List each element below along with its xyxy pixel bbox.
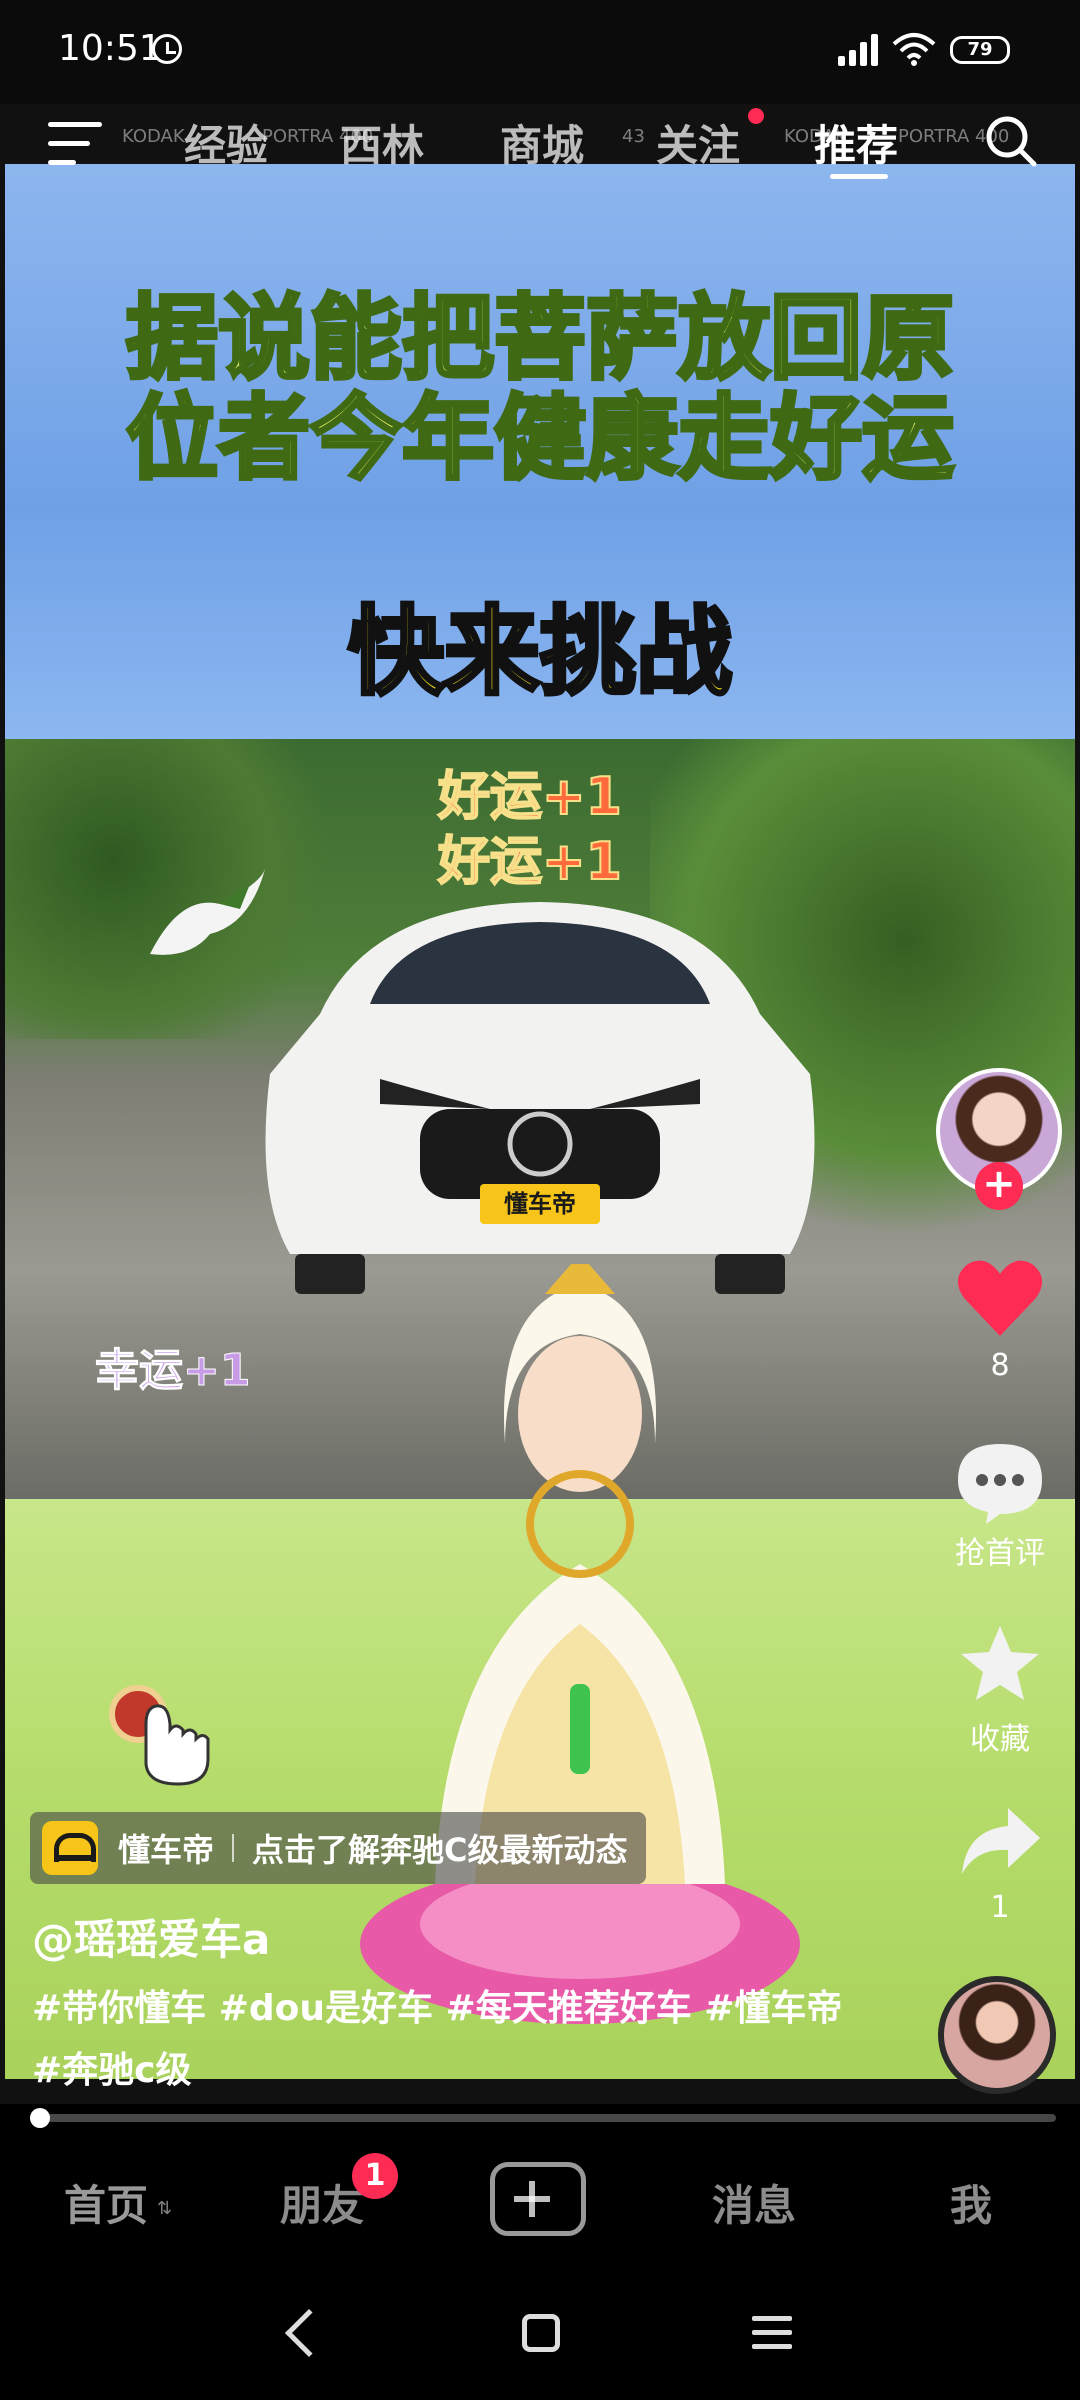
music-disc[interactable] [938, 1976, 1056, 2094]
background-label: KODAK [122, 126, 185, 147]
headline-line-2: 位者今年健康走好运 [124, 385, 956, 492]
signal-icon [838, 32, 884, 66]
battery-indicator: 79 [950, 36, 1010, 64]
author-username[interactable]: @瑶瑶爱车a [32, 1906, 270, 1967]
tab-friends[interactable]: 朋友 [280, 2172, 364, 2233]
ad-chip[interactable]: 懂车帝 点击了解奔驰C级最新动态 [30, 1812, 646, 1884]
alarm-icon [152, 34, 182, 64]
home-refresh-mark: ⇅ [157, 2198, 173, 2219]
luck-text-2: 好运+1 [437, 831, 623, 893]
comment-icon[interactable] [956, 1440, 1044, 1524]
tap-hand-icon [109, 1685, 210, 1786]
headline-text: 据说能把菩萨放回原 位者今年健康走好运 [5, 285, 1075, 492]
heart-icon[interactable] [956, 1258, 1044, 1338]
dove-icon [150, 869, 265, 955]
like-count: 8 [990, 1348, 1010, 1383]
favorite-label: 收藏 [970, 1722, 1030, 1757]
luck-text-1: 好运+1 [437, 766, 623, 828]
home-icon[interactable] [522, 2314, 560, 2352]
share-count: 1 [990, 1890, 1010, 1925]
create-post-button[interactable] [490, 2162, 586, 2236]
progress-bar[interactable] [30, 2108, 1056, 2128]
status-bar: 10:51 79 [0, 0, 1080, 104]
comment-label: 抢首评 [955, 1536, 1045, 1571]
tab-home[interactable]: 首页 [64, 2172, 148, 2233]
wifi-icon [892, 33, 936, 66]
tab-me[interactable]: 我 [950, 2172, 992, 2233]
ad-brand: 懂车帝 [118, 1831, 215, 1869]
search-icon[interactable] [984, 114, 1038, 168]
video-player[interactable]: 懂车帝 据说能把菩萨放回原 位者今年健康走好运 快来挑战 好运+1 好运+1 幸… [0, 104, 1080, 2104]
share-icon[interactable] [958, 1804, 1042, 1878]
challenge-text: 快来挑战 [346, 594, 734, 710]
top-nav: KODAK PORTRA 400 43 KODAK PORTRA 400 经验 … [0, 104, 1080, 184]
back-icon[interactable] [284, 2308, 334, 2358]
tab-recommend[interactable]: 推荐 [814, 112, 898, 173]
background-label: 43 [622, 126, 645, 147]
tab-following[interactable]: 关注 [656, 112, 740, 173]
ad-divider [232, 1834, 235, 1862]
license-plate-text: 懂车帝 [504, 1190, 576, 1218]
post-caption[interactable]: #带你懂车 #dou是好车 #每天推荐好车 #懂车帝 #奔驰c级 [32, 1978, 862, 2102]
system-nav-bar [0, 2272, 1080, 2400]
ad-text: 点击了解奔驰C级最新动态 [252, 1831, 628, 1869]
progress-knob[interactable] [30, 2108, 51, 2128]
tab-messages[interactable]: 消息 [712, 2172, 796, 2233]
bottom-tab-bar: 首页 ⇅ 朋友 1 消息 我 [0, 2128, 1080, 2272]
follow-button[interactable]: + [975, 1162, 1023, 1210]
recents-icon[interactable] [752, 2316, 792, 2350]
tab-experience[interactable]: 经验 [184, 112, 268, 173]
headline-line-1: 据说能把菩萨放回原 [124, 285, 956, 392]
bodhisattva-figure [360, 1264, 800, 2024]
tab-xilin[interactable]: 西林 [340, 112, 424, 173]
active-tab-underline [830, 174, 888, 179]
status-time: 10:51 [58, 28, 162, 69]
menu-icon[interactable] [48, 122, 102, 166]
car-image: 懂车帝 [265, 902, 815, 1294]
friends-badge: 1 [352, 2153, 398, 2199]
tab-mall[interactable]: 商城 [500, 112, 584, 173]
following-dot [748, 108, 764, 124]
star-icon[interactable] [958, 1622, 1042, 1706]
lucky-text: 幸运+1 [94, 1345, 251, 1397]
dongchedi-logo-icon [42, 1821, 98, 1875]
